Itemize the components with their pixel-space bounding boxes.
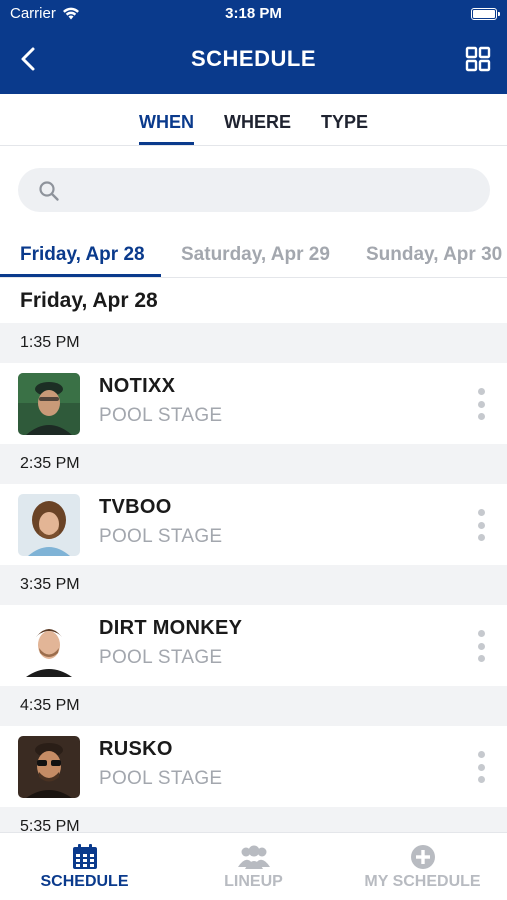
- more-options-button[interactable]: [475, 509, 487, 541]
- artist-photo: [18, 494, 80, 556]
- status-time: 3:18 PM: [225, 5, 282, 22]
- tab-label: SCHEDULE: [40, 873, 129, 890]
- group-icon: [237, 845, 270, 869]
- day-tab-friday[interactable]: Friday, Apr 28: [20, 244, 145, 266]
- day-tab-sunday[interactable]: Sunday, Apr 30: [366, 244, 502, 266]
- event-row-dirt-monkey[interactable]: DIRT MONKEY POOL STAGE: [0, 605, 507, 686]
- more-options-button[interactable]: [475, 388, 487, 420]
- artist-name: DIRT MONKEY: [99, 617, 243, 639]
- more-options-button[interactable]: [475, 630, 487, 662]
- time-header: 2:35 PM: [0, 444, 507, 484]
- filter-tabs: WHEN WHERE TYPE: [0, 94, 507, 146]
- stage-name: POOL STAGE: [99, 405, 223, 426]
- schedule-list: 1:35 PM NOTIXX POOL STAGE 2:35 PM TVBOO …: [0, 323, 507, 847]
- time-header: 1:35 PM: [0, 323, 507, 363]
- app-header: Carrier 3:18 PM SCHEDULE: [0, 0, 507, 94]
- calendar-icon: [72, 844, 97, 869]
- day-heading: Friday, Apr 28: [20, 289, 158, 312]
- event-row-tvboo[interactable]: TVBOO POOL STAGE: [0, 484, 507, 565]
- plus-circle-icon: [410, 845, 435, 869]
- tab-label: MY SCHEDULE: [364, 873, 481, 890]
- artist-photo: [18, 373, 80, 435]
- artist-photo: [18, 615, 80, 677]
- tab-schedule[interactable]: SCHEDULE: [0, 833, 169, 900]
- page-title: SCHEDULE: [190, 46, 316, 71]
- active-day-indicator: [0, 274, 161, 277]
- stage-name: POOL STAGE: [99, 768, 223, 789]
- tab-where[interactable]: WHERE: [224, 94, 291, 145]
- search-bar: [18, 168, 490, 212]
- time-header: 3:35 PM: [0, 565, 507, 605]
- status-bar: Carrier 3:18 PM: [0, 0, 507, 28]
- search-icon: [39, 181, 59, 201]
- grid-view-button[interactable]: [465, 46, 491, 72]
- more-options-button[interactable]: [475, 751, 487, 783]
- bottom-tab-bar: SCHEDULE LINEUP MY SCHEDULE: [0, 832, 507, 900]
- event-row-notixx[interactable]: NOTIXX POOL STAGE: [0, 363, 507, 444]
- tab-lineup[interactable]: LINEUP: [169, 833, 338, 900]
- tab-label: LINEUP: [224, 873, 283, 890]
- tab-type[interactable]: TYPE: [321, 94, 368, 145]
- artist-photo: [18, 736, 80, 798]
- artist-name: TVBOO: [99, 496, 172, 518]
- stage-name: POOL STAGE: [99, 526, 223, 547]
- stage-name: POOL STAGE: [99, 647, 223, 668]
- day-tab-saturday[interactable]: Saturday, Apr 29: [181, 244, 330, 266]
- artist-name: RUSKO: [99, 738, 173, 760]
- time-header: 4:35 PM: [0, 686, 507, 726]
- grid-icon: [465, 46, 491, 72]
- artist-name: NOTIXX: [99, 375, 176, 397]
- day-tabs: Friday, Apr 28 Saturday, Apr 29 Sunday, …: [0, 232, 507, 278]
- battery-icon: [471, 8, 500, 20]
- event-row-rusko[interactable]: RUSKO POOL STAGE: [0, 726, 507, 807]
- tab-my-schedule[interactable]: MY SCHEDULE: [338, 833, 507, 900]
- search-input[interactable]: [72, 168, 472, 212]
- tab-when[interactable]: WHEN: [138, 94, 194, 145]
